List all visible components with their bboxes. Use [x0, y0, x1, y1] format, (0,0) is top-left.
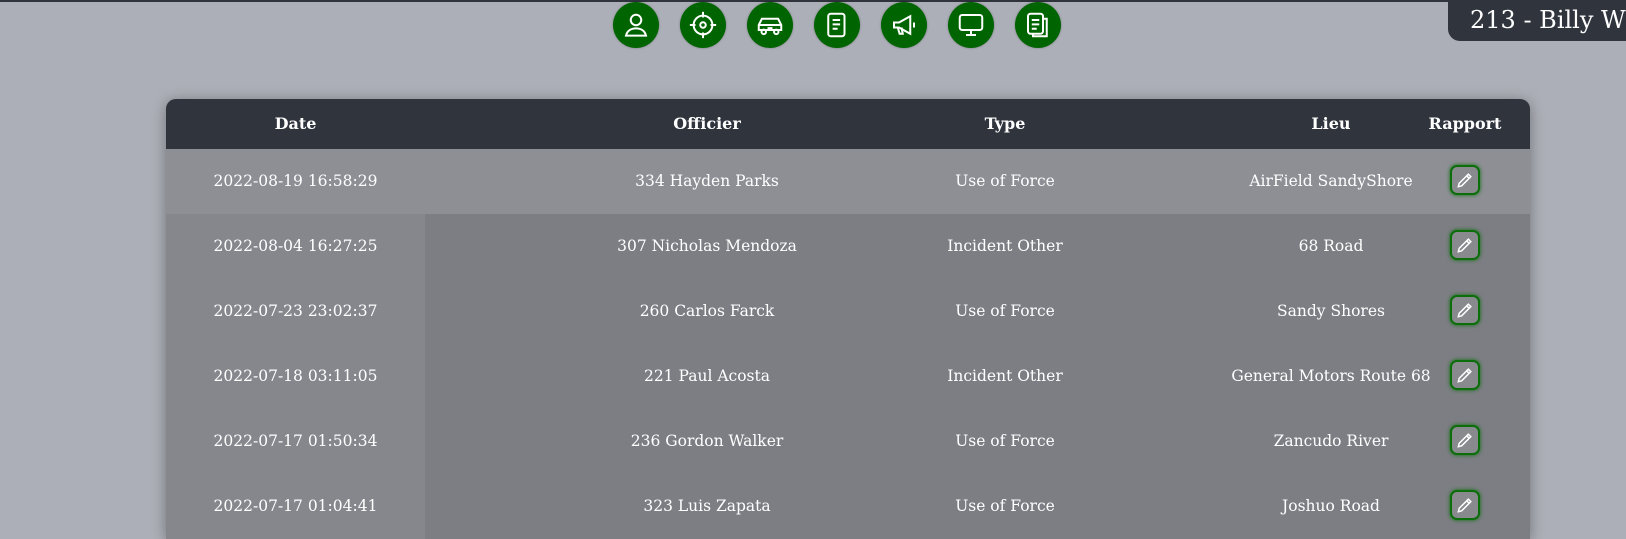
header-officer: Officier	[673, 114, 741, 133]
monitor-icon	[958, 14, 984, 36]
document-icon	[827, 12, 846, 38]
top-nav	[0, 2, 1626, 50]
nav-monitor-button[interactable]	[948, 2, 994, 48]
cell-date: 2022-07-17 01:50:34	[213, 432, 378, 450]
table-row: 2022-07-18 03:11:05 221 Paul Acosta Incide…	[166, 344, 1530, 409]
edit-report-button[interactable]	[1450, 295, 1480, 325]
cell-type: Incident Other	[947, 237, 1063, 255]
cell-officer: 334 Hayden Parks	[635, 172, 779, 190]
cell-type: Use of Force	[955, 172, 1055, 190]
nav-document-button[interactable]	[814, 2, 860, 48]
user-icon	[624, 13, 648, 37]
user-tag: 213 - Billy Wil	[1448, 0, 1626, 41]
pencil-icon	[1457, 368, 1472, 383]
crosshair-icon	[689, 11, 717, 39]
cell-officer: 236 Gordon Walker	[630, 432, 784, 450]
cell-officer: 260 Carlos Farck	[639, 302, 775, 320]
nav-user-button[interactable]	[613, 2, 659, 48]
pencil-icon	[1457, 498, 1472, 513]
edit-report-button[interactable]	[1450, 425, 1480, 455]
nav-crosshair-button[interactable]	[680, 2, 726, 48]
cell-date: 2022-07-17 01:04:41	[213, 497, 378, 515]
edit-report-button[interactable]	[1450, 490, 1480, 520]
cell-type: Incident Other	[947, 367, 1063, 385]
car-icon	[757, 17, 783, 36]
table-row: 2022-08-19 16:58:29 334 Hayden Parks Use o…	[166, 149, 1530, 214]
cell-date: 2022-08-19 16:58:29	[213, 172, 378, 190]
pencil-icon	[1457, 303, 1472, 318]
cell-officer: 221 Paul Acosta	[644, 367, 770, 385]
table-row: 2022-07-23 23:02:37 260 Carlos Farck Use o…	[166, 279, 1530, 344]
pencil-icon	[1457, 433, 1472, 448]
cell-date: 2022-07-18 03:11:05	[213, 367, 378, 385]
edit-report-button[interactable]	[1450, 360, 1480, 390]
pencil-icon	[1457, 173, 1472, 188]
cell-type: Use of Force	[955, 302, 1055, 320]
table-row: 2022-07-17 01:04:41 323 Luis Zapata Use of…	[166, 474, 1530, 539]
cell-date: 2022-08-04 16:27:25	[213, 237, 378, 255]
table-row: 2022-07-17 01:50:34 236 Gordon Walker Use …	[166, 409, 1530, 474]
nav-megaphone-button[interactable]	[881, 2, 927, 48]
cell-officer: 323 Luis Zapata	[643, 497, 771, 515]
reports-icon	[1027, 12, 1048, 38]
reports-table: Date Officier Type Lieu Rapport 2022-08-…	[166, 99, 1530, 539]
edit-report-button[interactable]	[1450, 230, 1480, 260]
header-date: Date	[274, 114, 317, 133]
cell-officer: 307 Nicholas Mendoza	[617, 237, 797, 255]
table-header: Date Officier Type Lieu Rapport	[166, 99, 1530, 149]
nav-reports-button[interactable]	[1015, 2, 1061, 48]
edit-report-button[interactable]	[1450, 165, 1480, 195]
cell-type: Use of Force	[955, 497, 1055, 515]
megaphone-icon	[893, 14, 915, 36]
header-report: Rapport	[1428, 114, 1502, 133]
nav-vehicle-button[interactable]	[747, 2, 793, 48]
pencil-icon	[1457, 238, 1472, 253]
header-type: Type	[984, 114, 1026, 133]
table-row: 2022-08-04 16:27:25 307 Nicholas Mendoza I…	[166, 214, 1530, 279]
cell-date: 2022-07-23 23:02:37	[213, 302, 378, 320]
cell-type: Use of Force	[955, 432, 1055, 450]
